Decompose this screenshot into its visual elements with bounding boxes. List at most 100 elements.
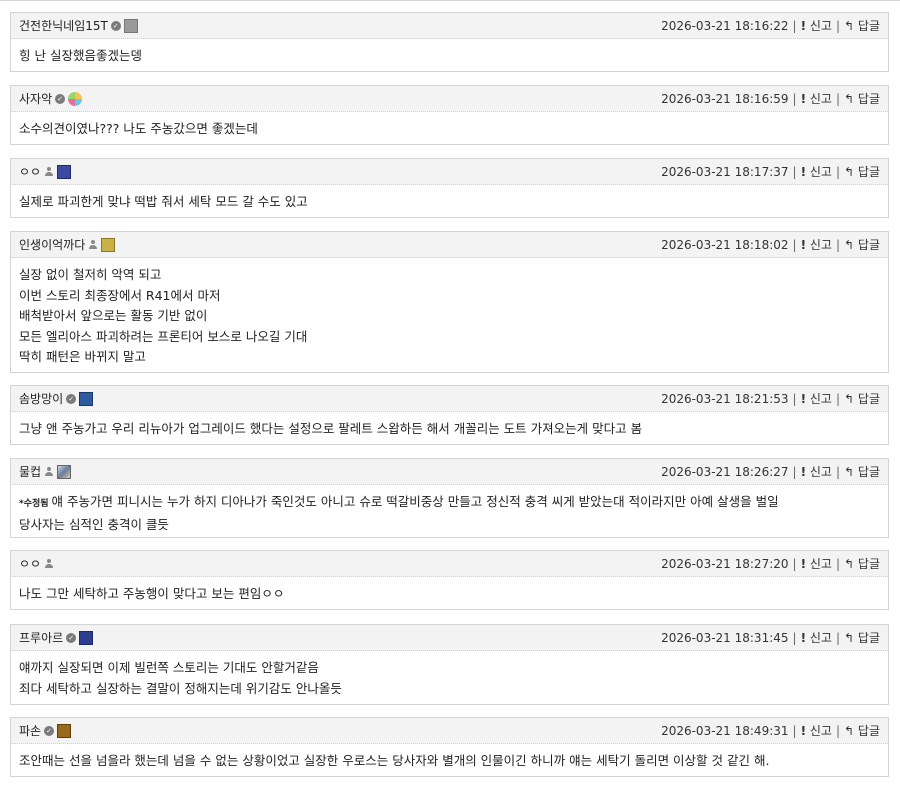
- comment-author: 인생이억까다: [19, 232, 116, 257]
- comment-item: 파손 ✓ 2026-03-21 18:49:31 |! 신고 | ↰ 답글 조안때는 선을 …: [10, 717, 889, 777]
- report-button[interactable]: ! 신고: [801, 555, 832, 572]
- comment-item: ㅇㅇ 2026-03-21 18:27:20 |! 신고 | ↰ 답글 나도 그만 세탁하…: [10, 550, 889, 610]
- reply-label: 답글: [857, 392, 880, 406]
- author-nickname[interactable]: ㅇㅇ: [19, 555, 41, 572]
- comment-text-line: 딱히 패턴은 바뀌지 말고: [19, 347, 880, 368]
- report-label: 신고: [809, 238, 832, 252]
- comment-timestamp: 2026-03-21 18:27:20: [661, 556, 789, 571]
- author-nickname[interactable]: 인생이억까다: [19, 236, 85, 253]
- person-icon: [88, 239, 98, 250]
- report-button[interactable]: ! 신고: [801, 90, 832, 107]
- gallery-badge-icon: [79, 630, 94, 645]
- author-nickname[interactable]: 물컵: [19, 463, 41, 480]
- reply-arrow-icon: ↰: [844, 631, 855, 645]
- reply-button[interactable]: ↰ 답글: [844, 722, 880, 739]
- gallery-badge-icon: [123, 18, 138, 33]
- reply-button[interactable]: ↰ 답글: [844, 629, 880, 646]
- report-button[interactable]: ! 신고: [801, 17, 832, 34]
- comment-author: 솜방망이 ✓: [19, 386, 94, 411]
- comment-header: 건전한닉네임15T ✓ 2026-03-21 18:16:22 |! 신고 | ↰ 답글: [11, 13, 888, 39]
- author-nickname[interactable]: 사자악: [19, 90, 52, 107]
- reply-button[interactable]: ↰ 답글: [844, 163, 880, 180]
- comment-item: 사자악 ✓ 2026-03-21 18:16:59 |! 신고 | ↰ 답글 소수의견이였나…: [10, 85, 889, 145]
- reply-label: 답글: [857, 465, 880, 479]
- reply-arrow-icon: ↰: [844, 392, 855, 406]
- comment-text-line: 얘까지 실장되면 이제 빌런쪽 스토리는 기대도 안할거같음: [19, 658, 880, 679]
- comment-author: 파손 ✓: [19, 718, 72, 743]
- reply-button[interactable]: ↰ 답글: [844, 236, 880, 253]
- author-nickname[interactable]: 솜방망이: [19, 390, 63, 407]
- author-nickname[interactable]: 프루아르: [19, 629, 63, 646]
- exclamation-icon: !: [800, 465, 807, 479]
- report-button[interactable]: ! 신고: [801, 390, 832, 407]
- comment-header: 인생이억까다 2026-03-21 18:18:02 |! 신고 | ↰ 답글: [11, 232, 888, 258]
- comment-header: ㅇㅇ 2026-03-21 18:17:37 |! 신고 | ↰ 답글: [11, 159, 888, 185]
- comment-body: 그냥 앤 주농가고 우리 리뉴아가 업그레이드 했다는 설정으로 팔레트 스왑하…: [11, 412, 888, 448]
- comment-timestamp: 2026-03-21 18:26:27: [661, 464, 789, 479]
- meta-separator: |: [792, 556, 797, 571]
- comment-timestamp: 2026-03-21 18:17:37: [661, 164, 789, 179]
- comment-body: 얘까지 실장되면 이제 빌런쪽 스토리는 기대도 안할거같음 죄다 세탁하고 실장…: [11, 651, 888, 707]
- comment-meta: 2026-03-21 18:27:20 |! 신고 | ↰ 답글: [661, 551, 880, 576]
- author-nickname[interactable]: 파손: [19, 722, 41, 739]
- exclamation-icon: !: [800, 19, 807, 33]
- comment-text-line: 실제로 파괴한게 맞냐 떡밥 줘서 세탁 모드 갈 수도 있고: [19, 192, 880, 213]
- comment-meta: 2026-03-21 18:17:37 |! 신고 | ↰ 답글: [661, 159, 880, 184]
- exclamation-icon: !: [800, 557, 807, 571]
- comment-text: 나도 그만 세탁하고 주농행이 맞다고 보는 편임ㅇㅇ: [19, 586, 285, 601]
- comment-timestamp: 2026-03-21 18:16:59: [661, 91, 789, 106]
- meta-separator: |: [792, 164, 797, 179]
- comment-text: 그냥 앤 주농가고 우리 리뉴아가 업그레이드 했다는 설정으로 팔레트 스왑하…: [19, 421, 643, 436]
- meta-separator: |: [792, 630, 797, 645]
- comment-author: 물컵: [19, 459, 72, 484]
- comment-header: 프루아르 ✓ 2026-03-21 18:31:45 |! 신고 | ↰ 답글: [11, 625, 888, 651]
- reply-button[interactable]: ↰ 답글: [844, 90, 880, 107]
- comment-author: ㅇㅇ: [19, 159, 72, 184]
- reply-button[interactable]: ↰ 답글: [844, 17, 880, 34]
- comment-body: 조안때는 선을 넘을라 했는데 넘을 수 없는 상황이었고 실장한 우로스는 당…: [11, 744, 888, 780]
- reply-arrow-icon: ↰: [844, 92, 855, 106]
- author-nickname[interactable]: ㅇㅇ: [19, 163, 41, 180]
- report-button[interactable]: ! 신고: [801, 463, 832, 480]
- comment-list: 건전한닉네임15T ✓ 2026-03-21 18:16:22 |! 신고 | ↰ 답글 힝…: [0, 0, 900, 800]
- check-circle-icon: ✓: [44, 725, 55, 736]
- comment-body: 나도 그만 세탁하고 주농행이 맞다고 보는 편임ㅇㅇ: [11, 577, 888, 613]
- report-label: 신고: [809, 92, 832, 106]
- reply-button[interactable]: ↰ 답글: [844, 390, 880, 407]
- meta-separator: |: [835, 464, 841, 479]
- reply-arrow-icon: ↰: [844, 557, 855, 571]
- report-button[interactable]: ! 신고: [801, 163, 832, 180]
- report-button[interactable]: ! 신고: [801, 722, 832, 739]
- comment-body: 실장 없이 철저히 악역 되고 이번 스토리 최종장에서 R41에서 마저 배척받아…: [11, 258, 888, 376]
- reply-label: 답글: [857, 724, 880, 738]
- reply-button[interactable]: ↰ 답글: [844, 463, 880, 480]
- comment-meta: 2026-03-21 18:16:22 |! 신고 | ↰ 답글: [661, 13, 880, 38]
- report-label: 신고: [809, 557, 832, 571]
- meta-separator: |: [835, 630, 841, 645]
- reply-label: 답글: [857, 238, 880, 252]
- edited-tag: *수정됨: [19, 499, 49, 509]
- comment-text-line: 당사자는 심적인 충격이 클듯: [19, 515, 880, 536]
- comment-text-line: 죄다 세탁하고 실장하는 결말이 정해지는데 위기감도 안나올듯: [19, 679, 880, 700]
- reply-button[interactable]: ↰ 답글: [844, 555, 880, 572]
- author-nickname[interactable]: 건전한닉네임15T: [19, 17, 108, 34]
- comment-timestamp: 2026-03-21 18:18:02: [661, 237, 789, 252]
- comment-text: 이번 스토리 최종장에서 R41에서 마저: [19, 287, 221, 303]
- reply-label: 답글: [857, 92, 880, 106]
- comment-header: 파손 ✓ 2026-03-21 18:49:31 |! 신고 | ↰ 답글: [11, 718, 888, 744]
- exclamation-icon: !: [800, 165, 807, 179]
- comment-text: 소수의견이였나??? 나도 주농갔으면 좋겠는데: [19, 121, 258, 136]
- comment-text: 딱히 패턴은 바뀌지 말고: [19, 349, 146, 364]
- person-icon: [44, 466, 54, 477]
- report-button[interactable]: ! 신고: [801, 236, 832, 253]
- report-label: 신고: [809, 724, 832, 738]
- reply-arrow-icon: ↰: [844, 238, 855, 252]
- comment-text: 당사자는 심적인 충격이 클듯: [19, 516, 169, 532]
- reply-label: 답글: [857, 19, 880, 33]
- gallery-badge-icon: [68, 91, 83, 106]
- comment-item: 인생이억까다 2026-03-21 18:18:02 |! 신고 | ↰ 답글 실장 없이…: [10, 231, 889, 373]
- report-label: 신고: [809, 392, 832, 406]
- report-button[interactable]: ! 신고: [801, 629, 832, 646]
- exclamation-icon: !: [800, 238, 807, 252]
- person-icon: [44, 558, 54, 569]
